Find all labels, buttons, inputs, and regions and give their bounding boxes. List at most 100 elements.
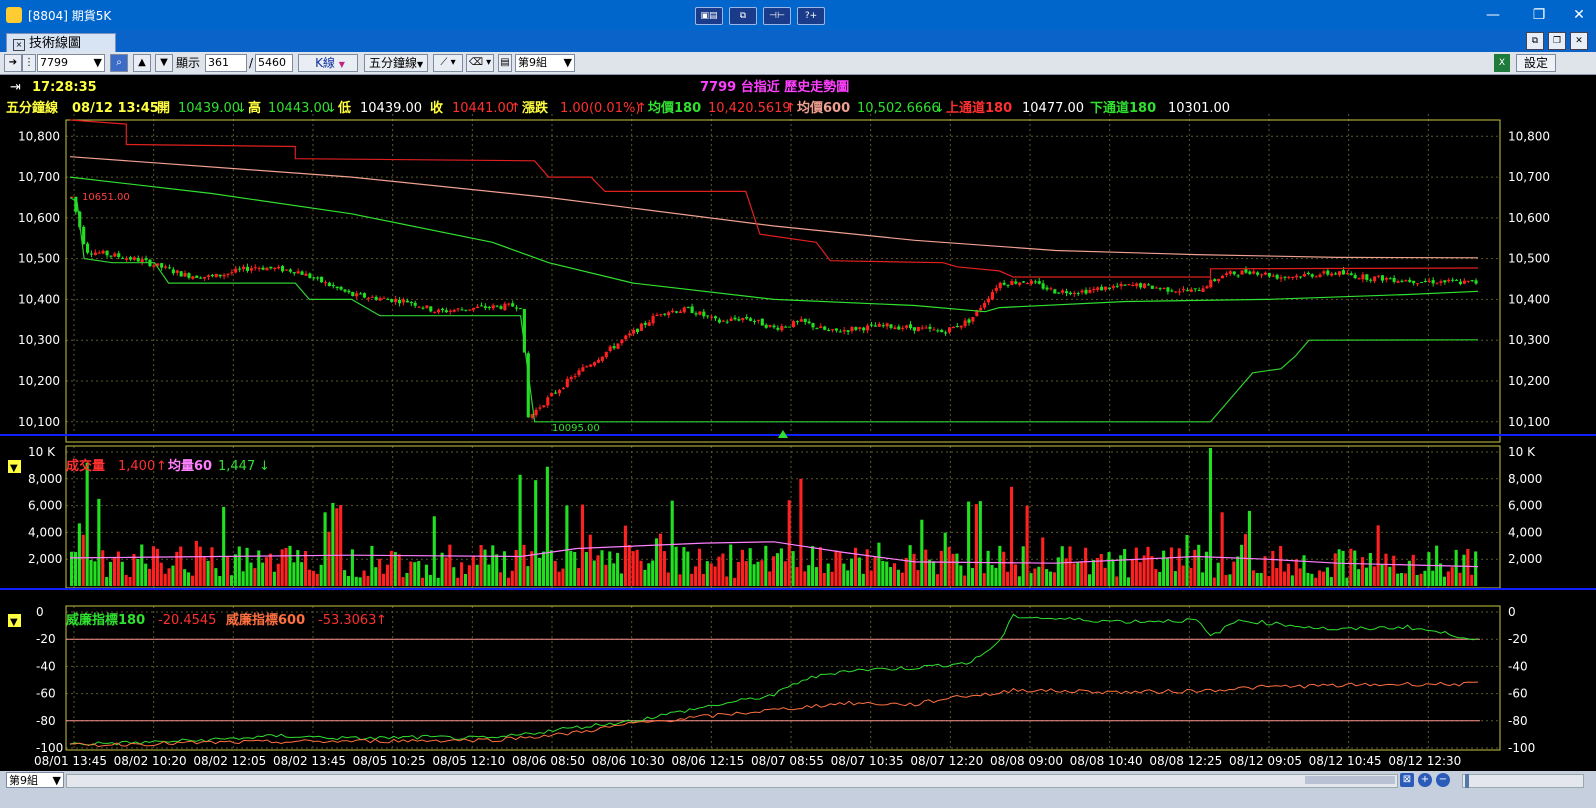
tab-technical-chart[interactable]: × 技術線圖 bbox=[6, 33, 116, 53]
settings-button[interactable]: 設定 bbox=[1516, 54, 1556, 72]
window-titlebar: [8804] 期貨5K ▣▤ ⧉ ⊣⊢ ?+ — ❐ ✕ bbox=[0, 0, 1596, 30]
volume-bar bbox=[1181, 565, 1185, 586]
sync-arrow-icon[interactable]: ⇥ bbox=[10, 80, 21, 95]
volume-bar bbox=[959, 565, 963, 586]
volume-bar bbox=[1099, 554, 1103, 586]
candle-body bbox=[1107, 287, 1111, 290]
candle-body bbox=[1314, 276, 1318, 278]
grid-icon[interactable]: ⋮ bbox=[22, 54, 36, 72]
eraser-icon[interactable]: ⌫ ▾ bbox=[466, 54, 494, 72]
zoom-in-icon[interactable]: + bbox=[1418, 773, 1432, 787]
candle-body bbox=[936, 330, 940, 332]
window-list-button[interactable]: ⧉ bbox=[729, 7, 757, 25]
volume-bar bbox=[736, 561, 741, 586]
horizontal-scrollbar[interactable] bbox=[66, 774, 1398, 788]
group-selector[interactable]: 第9組 ▼ bbox=[6, 772, 64, 788]
candle-body bbox=[1154, 287, 1158, 289]
volume-bar bbox=[132, 553, 136, 586]
period-select[interactable]: 五分鐘線▼ bbox=[364, 54, 428, 72]
candle-body bbox=[476, 306, 480, 309]
candle-body bbox=[437, 309, 441, 313]
candle-body bbox=[175, 270, 179, 273]
draw-line-icon[interactable]: ⟋ ▾ bbox=[433, 54, 463, 72]
scroll-up-button[interactable]: ▲ bbox=[133, 54, 151, 72]
scroll-thumb[interactable] bbox=[1305, 776, 1395, 784]
volume-bar bbox=[955, 553, 959, 586]
candle-body bbox=[273, 267, 277, 270]
help-button[interactable]: ?+ bbox=[797, 7, 825, 25]
chart-type-select[interactable]: K線 ▼ bbox=[298, 54, 358, 72]
ma180-value: 10,420.5619 bbox=[708, 101, 791, 116]
zoom-out-icon[interactable]: − bbox=[1436, 773, 1450, 787]
chart-toolbar: ➔ ⋮ 7799 ▼ ⌕ ▲ ▼ 顯示 361 / 5460 K線 ▼ 五分鐘線▼… bbox=[0, 52, 1596, 75]
volume-bar bbox=[561, 568, 565, 586]
layout-button[interactable]: ▣▤ bbox=[695, 7, 723, 25]
link-arrow-icon[interactable]: ➔ bbox=[4, 54, 22, 72]
volume-bar bbox=[920, 519, 924, 586]
volume-bar bbox=[109, 561, 113, 586]
candle-body bbox=[721, 320, 725, 322]
volume-bar bbox=[725, 576, 729, 586]
panel-close-icon[interactable]: ✕ bbox=[1570, 32, 1588, 50]
candle-body bbox=[791, 321, 796, 328]
volume-bar bbox=[885, 561, 889, 586]
candle-body bbox=[163, 266, 168, 268]
total-count-input[interactable]: 5460 bbox=[255, 54, 293, 72]
candle-body bbox=[128, 257, 133, 260]
candle-body bbox=[1088, 289, 1092, 293]
ma180-label: 均價180 bbox=[648, 100, 701, 116]
price-tick-left: 10,500 bbox=[18, 252, 60, 266]
candle-body bbox=[327, 282, 331, 286]
tab-close-icon[interactable]: × bbox=[13, 39, 25, 51]
volume-bar bbox=[1247, 510, 1252, 586]
minimize-button[interactable]: — bbox=[1470, 0, 1516, 30]
candle-body bbox=[546, 397, 550, 406]
template-icon[interactable]: ▤ bbox=[498, 54, 512, 72]
volume-bar bbox=[733, 577, 737, 586]
volume-bar bbox=[163, 573, 167, 586]
close-button[interactable]: ✕ bbox=[1562, 0, 1596, 30]
volume-bar bbox=[346, 576, 351, 586]
candle-body bbox=[1045, 287, 1049, 290]
volume-bar bbox=[370, 545, 374, 586]
excel-export-icon[interactable]: X bbox=[1494, 54, 1510, 72]
restore-button[interactable]: ❐ bbox=[1516, 0, 1562, 30]
panel-restore-icon[interactable]: ❐ bbox=[1548, 32, 1566, 50]
volume-bar bbox=[928, 559, 932, 586]
candle-body bbox=[265, 267, 269, 271]
candle-body bbox=[355, 293, 359, 297]
volume-bar bbox=[1341, 550, 1345, 586]
zoom-slider-thumb[interactable] bbox=[1465, 774, 1469, 788]
candle-body bbox=[1454, 279, 1459, 281]
volume-bar bbox=[1251, 570, 1255, 586]
x-tick-label: 08/07 10:35 bbox=[831, 754, 904, 768]
volume-bar bbox=[549, 550, 553, 586]
display-count-input[interactable]: 361 bbox=[205, 54, 247, 72]
candle-body bbox=[1283, 276, 1287, 278]
candle-body bbox=[171, 269, 175, 274]
split-button[interactable]: ⊣⊢ bbox=[763, 7, 791, 25]
fit-icon[interactable]: ⊠ bbox=[1400, 773, 1414, 787]
candle-body bbox=[905, 325, 909, 328]
group-select[interactable]: 第9組 ▼ bbox=[515, 54, 575, 72]
volume-bar bbox=[775, 553, 780, 586]
x-tick-label: 08/08 09:00 bbox=[990, 754, 1063, 768]
scroll-down-button[interactable]: ▼ bbox=[155, 54, 173, 72]
zoom-slider[interactable] bbox=[1462, 774, 1584, 788]
panel-copy-icon[interactable]: ⧉ bbox=[1526, 32, 1544, 50]
volume-bar bbox=[1212, 577, 1216, 586]
volume-bar bbox=[1150, 556, 1154, 586]
volume-bar bbox=[1474, 551, 1478, 586]
symbol-select[interactable]: 7799 ▼ bbox=[37, 54, 105, 72]
volume-bar bbox=[1009, 486, 1014, 586]
volume-bar bbox=[448, 544, 452, 586]
volume-bar bbox=[1029, 573, 1033, 586]
candle-body bbox=[1392, 277, 1396, 282]
price-tick-right: 10,100 bbox=[1508, 415, 1550, 429]
volume-bar bbox=[686, 551, 690, 586]
volume-bar bbox=[947, 546, 951, 586]
x-tick-label: 08/08 12:25 bbox=[1149, 754, 1222, 768]
candle-body bbox=[448, 310, 452, 312]
search-icon[interactable]: ⌕ bbox=[110, 54, 128, 72]
candle-body bbox=[647, 322, 651, 326]
